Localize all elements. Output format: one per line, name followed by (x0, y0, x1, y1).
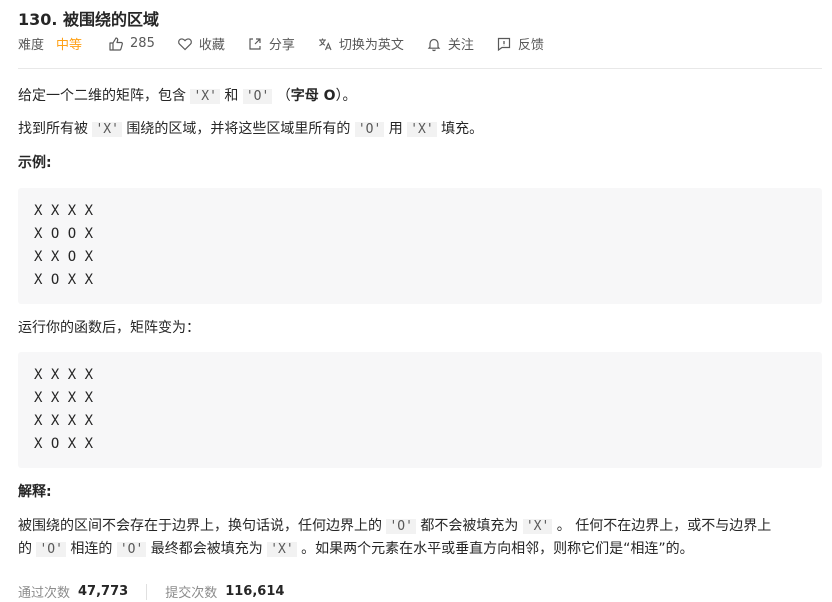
text: 相连的 (70, 541, 113, 557)
problem-meta-bar: 难度 中等 285 收藏 分享 切换为英文 关注 反馈 (18, 34, 566, 53)
favorite-button[interactable]: 收藏 (177, 34, 225, 53)
grid-row: X X X X (34, 390, 94, 406)
difficulty-label: 难度 (18, 38, 45, 53)
text: 找到所有被 (18, 121, 88, 137)
inline-code: 'X' (407, 122, 437, 137)
share-button[interactable]: 分享 (247, 34, 295, 53)
explain-heading: 解释: (18, 484, 52, 500)
inline-code: 'O' (354, 122, 385, 137)
example-output-block: X X X X X X X X X X X X X O X X (18, 352, 822, 468)
text: 填充。 (441, 121, 484, 137)
inline-code: 'X' (190, 89, 220, 104)
share-label: 分享 (268, 38, 295, 53)
grid-row: X X X X (34, 413, 94, 429)
header-divider (18, 68, 822, 69)
inline-code: 'O' (386, 519, 416, 534)
inline-code: 'X' (267, 542, 297, 557)
submit-count-value: 116,614 (225, 584, 285, 599)
inline-code: 'X' (522, 519, 553, 534)
heart-icon (177, 36, 193, 52)
follow-label: 关注 (447, 38, 474, 53)
description-paragraph-1: 给定一个二维的矩阵，包含 'X' 和 'O' （字母 O）。 (18, 86, 357, 107)
description-paragraph-2: 找到所有被 'X' 围绕的区域，并将这些区域里所有的 'O' 用 'X' 填充。 (18, 119, 483, 140)
explain-paragraph: 被围绕的区间不会存在于边界上，换句话说，任何边界上的 'O' 都不会被填充为 '… (18, 515, 822, 561)
problem-page: 130. 被围绕的区域 难度 中等 285 收藏 分享 切换为英文 关注 反馈 … (0, 0, 832, 602)
difficulty-value: 中等 (56, 38, 83, 53)
follow-button[interactable]: 关注 (426, 34, 474, 53)
example-input-block: X X X X X O O X X X O X X O X X (18, 188, 822, 304)
text: （ (276, 88, 291, 104)
text: ）。 (335, 88, 357, 104)
submission-stats: 通过次数 47,773 提交次数 116,614 (18, 582, 284, 601)
grid-row: X O O X (34, 226, 94, 242)
grid-row: X X X X (34, 367, 94, 383)
text: 给定一个二维的矩阵，包含 (18, 88, 186, 104)
stats-divider (146, 583, 148, 600)
inline-code: 'O' (116, 542, 147, 557)
pass-count-value: 47,773 (78, 584, 129, 599)
inline-code: 'X' (92, 122, 122, 137)
feedback-button[interactable]: 反馈 (496, 34, 544, 53)
pass-count-label: 通过次数 (18, 586, 71, 601)
grid-row: X X X X (34, 203, 94, 219)
switch-language-label: 切换为英文 (338, 38, 404, 53)
like-button[interactable]: 285 (108, 36, 155, 52)
favorite-label: 收藏 (198, 38, 225, 53)
feedback-label: 反馈 (517, 38, 544, 53)
text: 用 (388, 121, 403, 137)
example-heading: 示例: (18, 155, 52, 171)
after-text: 运行你的函数后，矩阵变为： (18, 320, 200, 336)
text: 最终都会被填充为 (150, 541, 263, 557)
grid-row: X X O X (34, 249, 94, 265)
text: 围绕的区域，并将这些区域里所有的 (126, 121, 351, 137)
text: 都不会被填充为 (420, 518, 519, 534)
translate-icon (317, 36, 333, 52)
switch-language-button[interactable]: 切换为英文 (317, 34, 404, 53)
thumbs-up-icon (108, 36, 124, 52)
inline-code: 'O' (36, 542, 66, 557)
bold-text: 字母 O (290, 88, 336, 104)
text: 的 (18, 541, 32, 557)
text: 。 任何不在边界上，或不与边界上 (556, 518, 772, 534)
text: 和 (224, 88, 239, 104)
problem-title: 130. 被围绕的区域 (18, 10, 160, 29)
grid-row: X O X X (34, 272, 94, 288)
feedback-icon (496, 36, 512, 52)
grid-row: X O X X (34, 436, 94, 452)
text: 。如果两个元素在水平或垂直方向相邻，则称它们是“相连”的。 (301, 541, 694, 557)
bell-icon (426, 36, 442, 52)
like-count: 285 (130, 36, 155, 51)
share-icon (247, 36, 263, 52)
inline-code: 'O' (242, 89, 273, 104)
text: 被围绕的区间不会存在于边界上，换句话说，任何边界上的 (18, 518, 382, 534)
submit-count-label: 提交次数 (165, 586, 218, 601)
